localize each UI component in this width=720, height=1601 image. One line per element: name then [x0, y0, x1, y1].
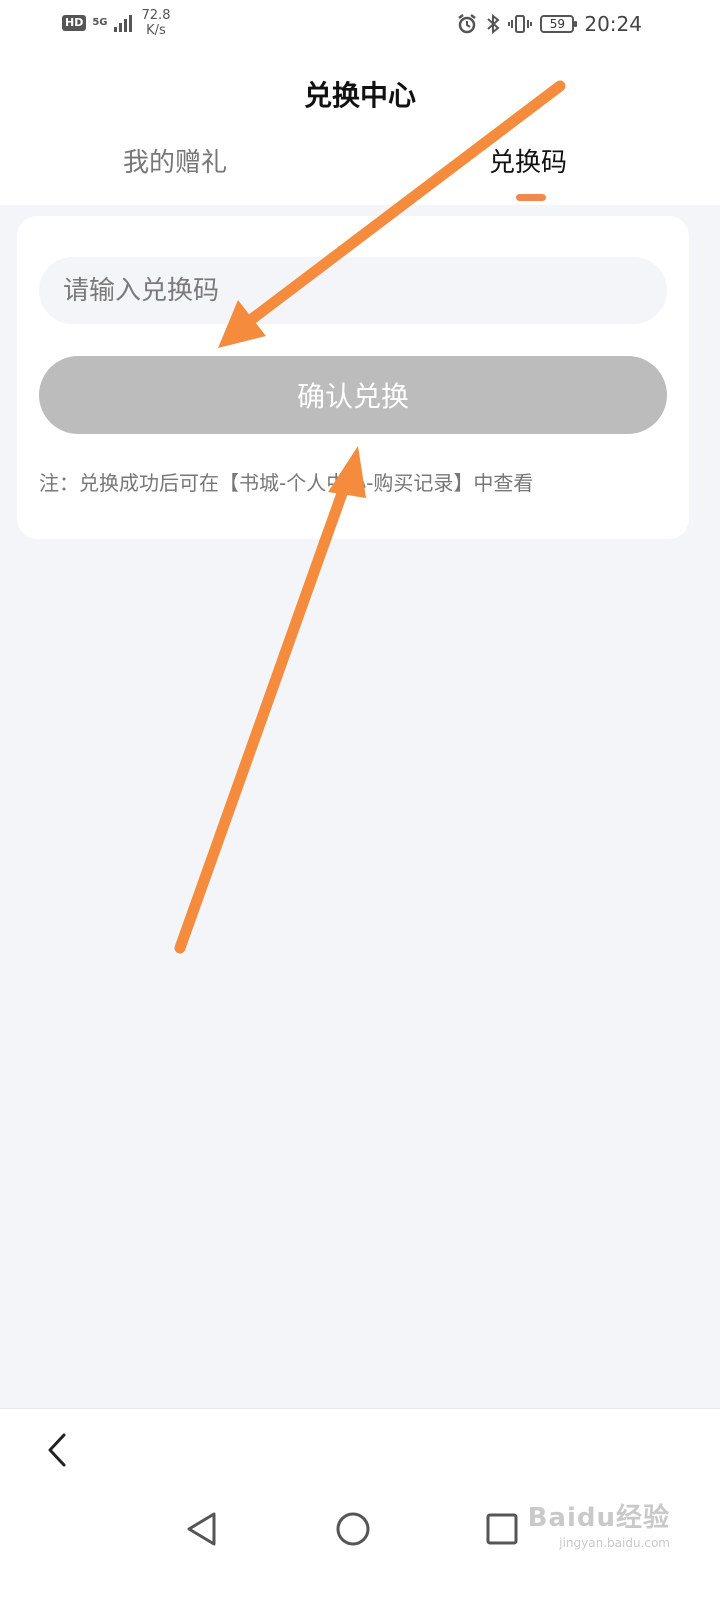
signal-strength-icon: [113, 14, 132, 32]
network-speed: 72.8 K/s: [142, 8, 171, 38]
back-button[interactable]: [40, 1429, 76, 1471]
bottom-bar: Baidu经验 jingyan.baidu.com: [0, 1408, 720, 1601]
status-bar: HD 5G 72.8 K/s 59 20:24: [0, 0, 720, 50]
watermark: Baidu经验 jingyan.baidu.com: [528, 1497, 670, 1550]
tab-my-gifts[interactable]: 我的赠礼: [123, 142, 227, 179]
triangle-back-icon: [187, 1512, 216, 1546]
status-time: 20:24: [584, 12, 642, 36]
status-left: HD 5G 72.8 K/s: [62, 8, 170, 38]
network-speed-value: 72.8: [141, 8, 171, 23]
redeem-card: 确认兑换 注：兑换成功后可在【书城-个人中心-购买记录】中查看: [17, 216, 689, 539]
system-recent-apps-button[interactable]: [482, 1509, 522, 1549]
chevron-left-icon: [48, 1433, 66, 1467]
header: 兑换中心 我的赠礼 兑换码: [0, 50, 720, 205]
system-home-button[interactable]: [333, 1509, 373, 1549]
circle-home-icon: [336, 1512, 370, 1546]
network-speed-unit: K/s: [146, 23, 166, 38]
alarm-icon: [456, 13, 478, 35]
vibrate-icon: [508, 13, 533, 35]
confirm-redeem-button[interactable]: 确认兑换: [39, 356, 667, 434]
bluetooth-icon: [486, 13, 500, 35]
battery-level: 59: [549, 17, 565, 31]
network-type: 5G: [92, 17, 108, 28]
hd-icon: HD: [62, 15, 87, 31]
tab-redeem-code[interactable]: 兑换码: [489, 142, 567, 179]
redeem-note: 注：兑换成功后可在【书城-个人中心-购买记录】中查看: [39, 471, 534, 495]
page-title: 兑换中心: [303, 79, 416, 112]
watermark-logo: Baidu经验: [527, 1503, 670, 1533]
redeem-code-input[interactable]: [39, 257, 667, 324]
square-recent-icon: [486, 1513, 518, 1545]
active-tab-indicator: [516, 194, 546, 201]
watermark-url: jingyan.baidu.com: [559, 1536, 670, 1550]
status-right: 59 20:24: [456, 12, 642, 36]
system-back-button[interactable]: [182, 1509, 222, 1549]
battery-icon: 59: [540, 15, 578, 33]
